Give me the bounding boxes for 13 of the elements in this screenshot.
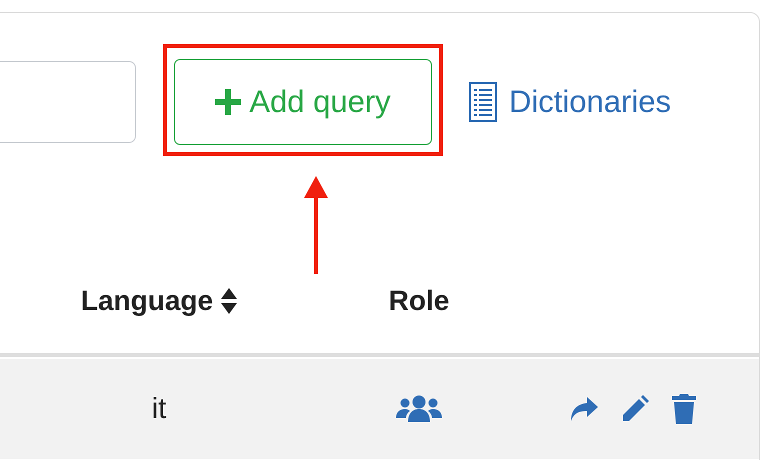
sort-icon[interactable] — [221, 288, 238, 314]
add-query-button[interactable]: Add query — [174, 59, 432, 145]
plus-icon — [215, 89, 242, 115]
dictionaries-link[interactable]: Dictionaries — [469, 82, 671, 122]
share-icon[interactable] — [569, 396, 599, 422]
users-icon — [396, 394, 442, 424]
trash-icon[interactable] — [671, 393, 697, 425]
pencil-icon[interactable] — [621, 395, 649, 423]
input-field[interactable] — [0, 61, 136, 143]
list-icon — [469, 82, 497, 122]
table-cell: it — [152, 392, 166, 426]
column-header[interactable]: Language — [0, 285, 327, 317]
column-header: Role — [388, 285, 450, 317]
